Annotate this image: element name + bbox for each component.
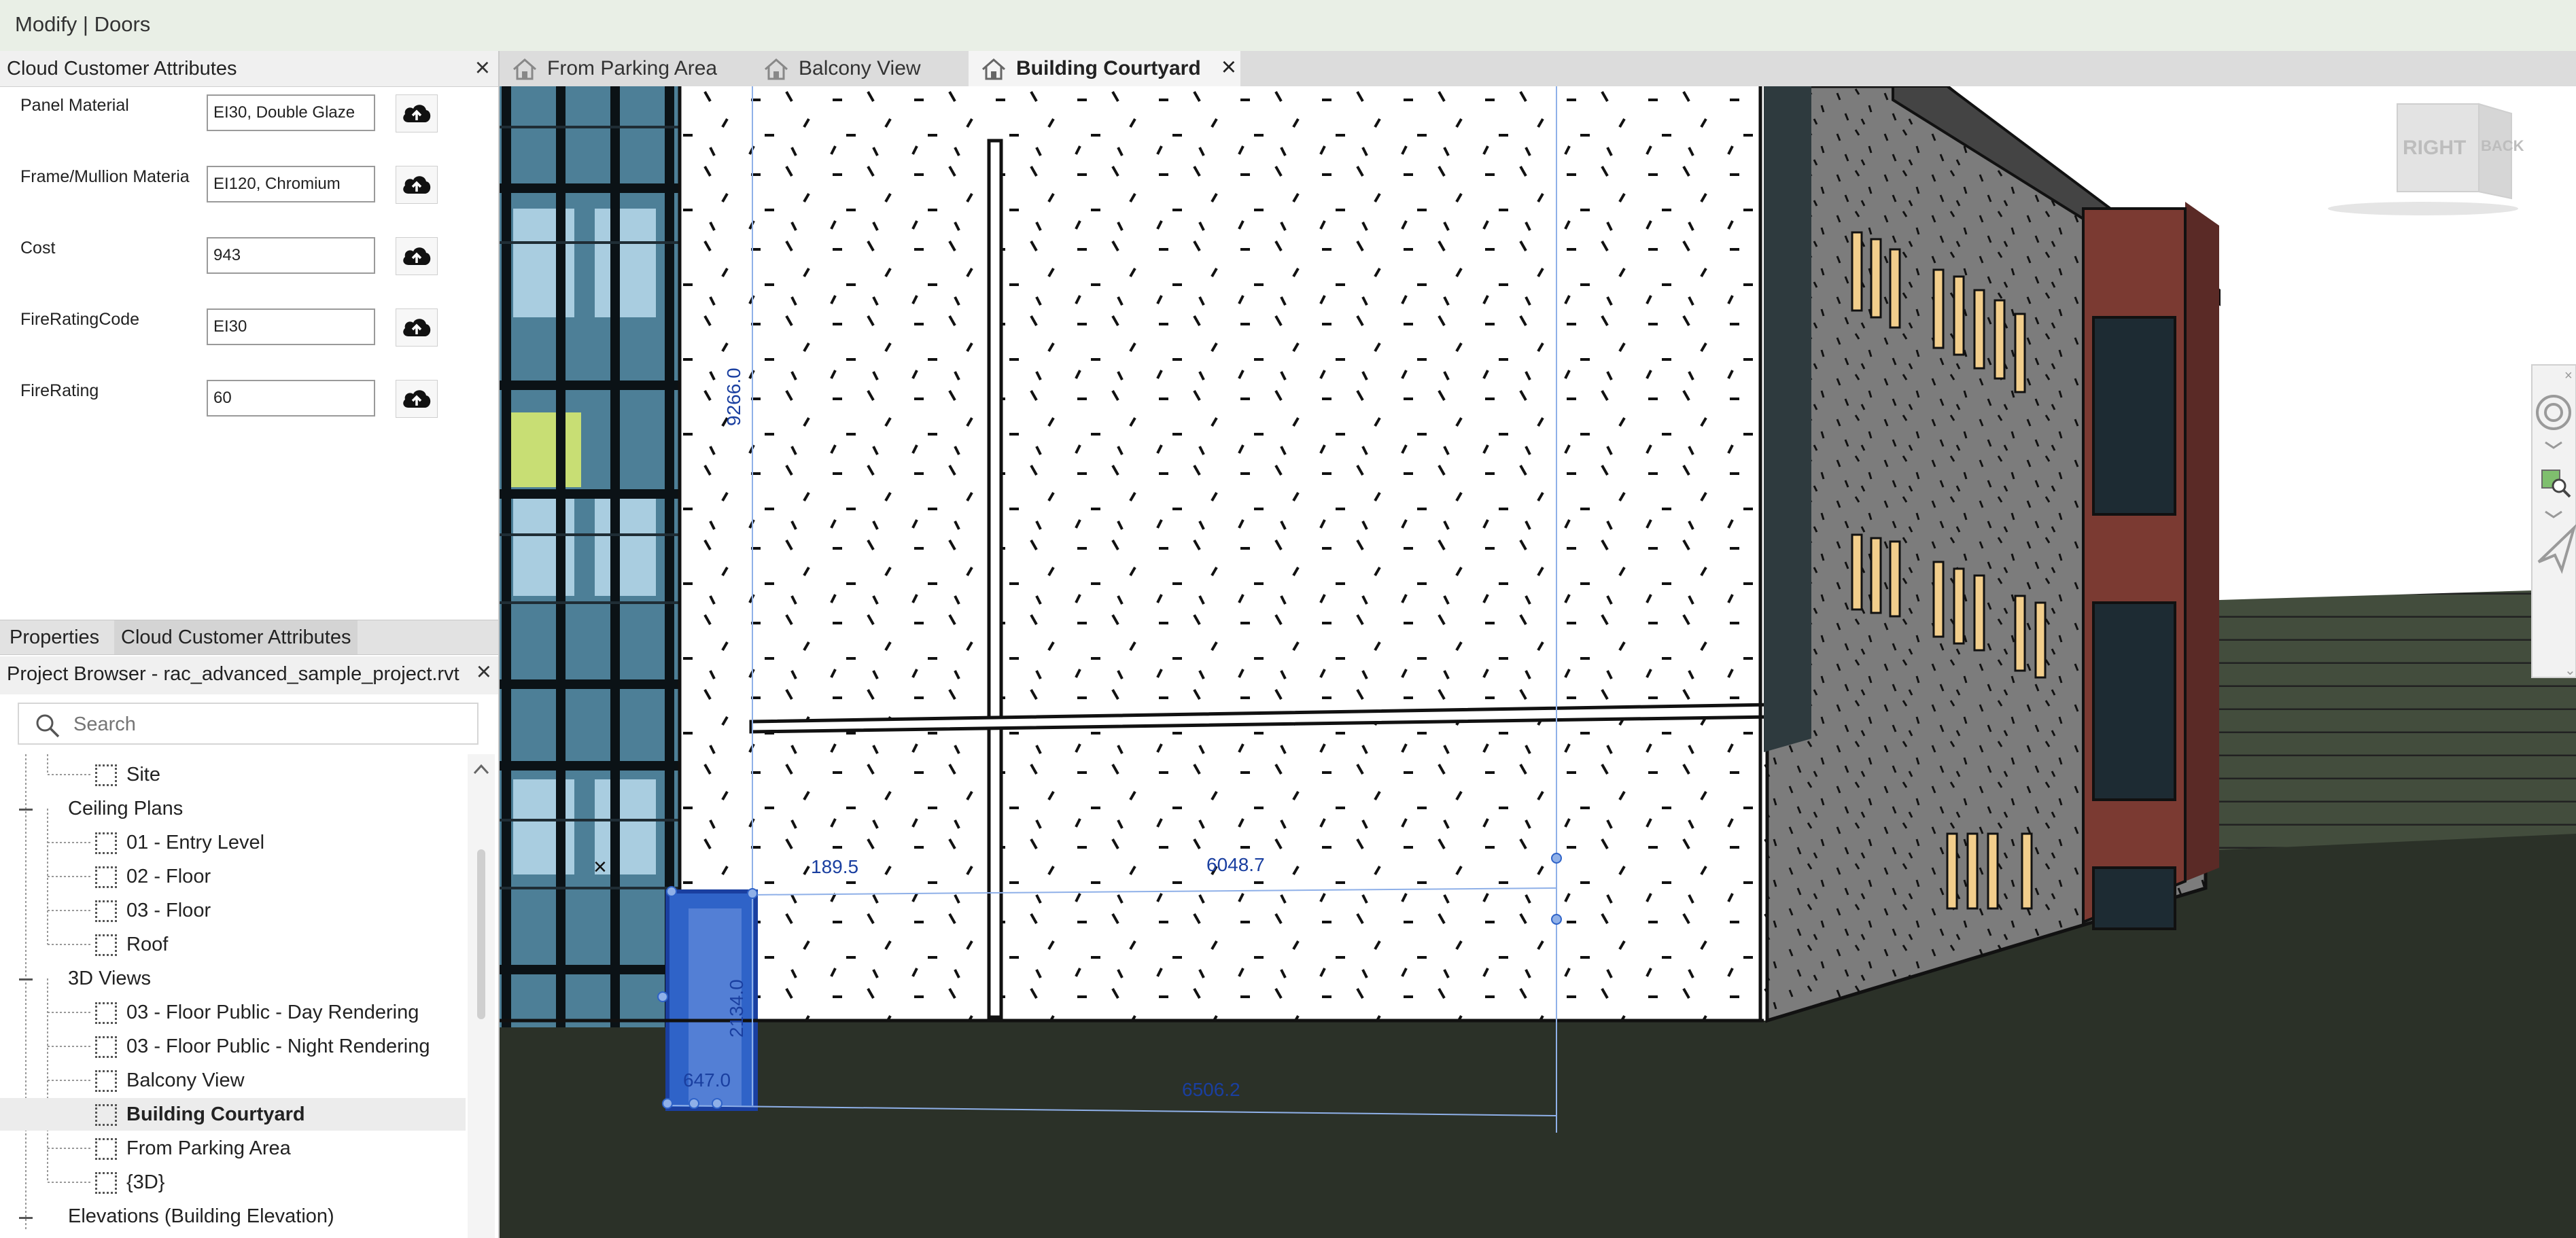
cost-input[interactable] bbox=[207, 237, 375, 274]
attr-label: FireRating bbox=[20, 381, 99, 400]
cloud-upload-icon bbox=[403, 319, 431, 336]
attr-row-frame-material: Frame/Mullion Materia bbox=[0, 166, 498, 234]
view-icon bbox=[95, 1138, 117, 1161]
attr-label: FireRatingCode bbox=[20, 310, 140, 329]
close-tab-icon[interactable]: × bbox=[1221, 50, 1236, 85]
cloud-panel-header: Cloud Customer Attributes × bbox=[0, 51, 498, 87]
search-input[interactable] bbox=[72, 709, 469, 739]
attr-row-fire-rating: FireRating bbox=[0, 380, 498, 448]
cube-right-face[interactable]: RIGHT bbox=[2403, 137, 2466, 159]
frame-material-input[interactable] bbox=[207, 166, 375, 202]
tab-cloud-attributes[interactable]: Cloud Customer Attributes bbox=[114, 620, 358, 654]
door-width-dimension[interactable]: 647.0 bbox=[683, 1069, 731, 1091]
panel-tabs: Properties Cloud Customer Attributes bbox=[0, 620, 498, 655]
tree-scrollbar[interactable] bbox=[468, 754, 495, 1238]
tree-item-night-rendering[interactable]: 03 - Floor Public - Night Rendering bbox=[95, 1030, 430, 1063]
cloud-upload-icon bbox=[403, 105, 431, 122]
view-icon bbox=[95, 1002, 117, 1025]
attr-label: Panel Material bbox=[20, 96, 129, 115]
tree-item-from-parking-area[interactable]: From Parking Area bbox=[95, 1132, 291, 1165]
project-tree: Site Ceiling Plans 01 - Entry Level 02 -… bbox=[0, 754, 466, 1238]
view-tabs: From Parking Area Balcony View Building … bbox=[500, 51, 2576, 86]
cloud-panel-title: Cloud Customer Attributes bbox=[7, 58, 237, 79]
search-icon bbox=[36, 714, 60, 738]
view-icon bbox=[95, 832, 117, 855]
title-bar: Modify | Doors bbox=[0, 0, 2576, 52]
cloud-upload-icon bbox=[403, 176, 431, 194]
upload-button[interactable] bbox=[396, 94, 438, 132]
tab-building-courtyard[interactable]: Building Courtyard × bbox=[969, 51, 1240, 86]
tree-group-3d-views[interactable]: 3D Views bbox=[68, 962, 151, 995]
home-icon bbox=[513, 58, 536, 80]
tree-item-site[interactable]: Site bbox=[95, 758, 160, 791]
view-icon bbox=[95, 1172, 117, 1195]
tree-item-3d[interactable]: {3D} bbox=[95, 1166, 164, 1199]
attr-row-panel-material: Panel Material bbox=[0, 94, 498, 162]
width-dimension[interactable]: 6048.7 bbox=[1206, 854, 1265, 875]
collapse-icon[interactable] bbox=[19, 809, 33, 811]
search-box bbox=[18, 703, 478, 745]
tab-from-parking-area[interactable]: From Parking Area bbox=[500, 51, 744, 86]
upload-button[interactable] bbox=[396, 308, 438, 347]
building-scene[interactable]: 9266.0 189.5 6048.7 2134.0 647.0 6506.2 … bbox=[500, 86, 2576, 1238]
view-icon bbox=[95, 900, 117, 923]
tab-properties[interactable]: Properties bbox=[3, 620, 106, 654]
attr-row-cost: Cost bbox=[0, 237, 498, 305]
fire-rating-input[interactable] bbox=[207, 380, 375, 417]
collapse-icon[interactable] bbox=[19, 1217, 33, 1219]
upload-button[interactable] bbox=[396, 166, 438, 204]
tree-item-building-courtyard[interactable]: Building Courtyard bbox=[0, 1098, 466, 1131]
home-icon bbox=[765, 58, 788, 80]
cloud-upload-icon bbox=[403, 390, 431, 408]
attr-label: Cost bbox=[20, 238, 56, 258]
fire-rating-code-input[interactable] bbox=[207, 308, 375, 345]
collapse-icon[interactable] bbox=[19, 978, 33, 980]
cloud-upload-icon bbox=[403, 247, 431, 265]
view-icon bbox=[95, 934, 117, 957]
attr-row-fire-rating-code: FireRatingCode bbox=[0, 308, 498, 376]
attr-label: Frame/Mullion Materia bbox=[20, 167, 190, 186]
tree-item-roof[interactable]: Roof bbox=[95, 928, 168, 961]
tree-group-ceiling-plans[interactable]: Ceiling Plans bbox=[68, 792, 183, 825]
project-browser-header: Project Browser - rac_advanced_sample_pr… bbox=[0, 656, 498, 694]
project-browser-title: Project Browser - rac_advanced_sample_pr… bbox=[7, 663, 459, 685]
home-icon bbox=[982, 58, 1005, 80]
nav-close-icon[interactable]: × bbox=[2564, 368, 2573, 383]
cube-back-face[interactable]: BACK bbox=[2481, 137, 2524, 154]
tree-group-elevations[interactable]: Elevations (Building Elevation) bbox=[68, 1200, 334, 1233]
door-height-dimension[interactable]: 2134.0 bbox=[726, 979, 747, 1038]
tree-item-day-rendering[interactable]: 03 - Floor Public - Day Rendering bbox=[95, 996, 419, 1029]
close-icon[interactable]: × bbox=[476, 658, 491, 687]
view-icon bbox=[95, 1104, 117, 1127]
upload-button[interactable] bbox=[396, 237, 438, 275]
tree-item-floor-02[interactable]: 02 - Floor bbox=[95, 860, 211, 893]
height-dimension[interactable]: 9266.0 bbox=[723, 368, 744, 426]
panel-material-input[interactable] bbox=[207, 94, 375, 131]
tree-item-entry-level[interactable]: 01 - Entry Level bbox=[95, 826, 264, 859]
base-dimension[interactable]: 6506.2 bbox=[1182, 1079, 1240, 1100]
3d-viewport[interactable]: 9266.0 189.5 6048.7 2134.0 647.0 6506.2 … bbox=[500, 86, 2576, 1238]
scroll-thumb[interactable] bbox=[477, 849, 485, 1019]
navigation-bar[interactable]: × ⌄ bbox=[2531, 364, 2576, 678]
tab-balcony-view[interactable]: Balcony View bbox=[751, 51, 975, 86]
view-icon bbox=[95, 866, 117, 889]
offset-dimension[interactable]: 189.5 bbox=[811, 856, 858, 877]
crosshair-marker: × bbox=[593, 854, 607, 880]
chevron-up-icon[interactable] bbox=[473, 764, 489, 775]
view-icon bbox=[95, 764, 117, 787]
tree-item-floor-03[interactable]: 03 - Floor bbox=[95, 894, 211, 927]
close-icon[interactable]: × bbox=[475, 54, 490, 83]
view-icon bbox=[95, 1070, 117, 1093]
upload-button[interactable] bbox=[396, 380, 438, 418]
window-title: Modify | Doors bbox=[15, 12, 151, 36]
view-icon bbox=[95, 1036, 117, 1059]
tree-item-balcony-view[interactable]: Balcony View bbox=[95, 1064, 245, 1097]
nav-options-icon[interactable]: ⌄ bbox=[2564, 663, 2576, 678]
